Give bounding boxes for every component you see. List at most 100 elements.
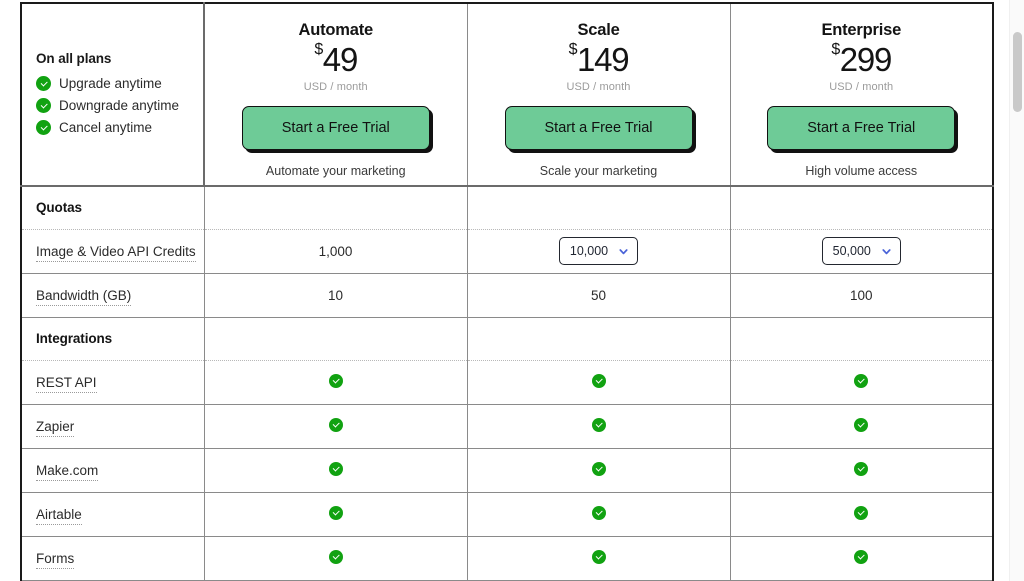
feature-value-cell: [467, 536, 731, 581]
feature-value-cell: 10,000: [467, 229, 731, 274]
all-plans-cell: On all plans Upgrade anytime Downgrade a…: [21, 3, 205, 187]
feature-label-cell: Forms: [21, 536, 205, 581]
feature-label: Forms: [22, 550, 204, 569]
feature-label-text: Make.com: [36, 462, 99, 481]
price-amount: 149: [576, 41, 630, 78]
scrollbar-thumb[interactable]: [1013, 32, 1022, 112]
page-scrollbar[interactable]: [1009, 0, 1024, 581]
currency-symbol: $: [568, 41, 578, 58]
check-circle-icon: [328, 417, 343, 432]
check-circle-icon: [854, 549, 869, 564]
section-spacer-cell: [467, 316, 731, 361]
all-plans-item: Upgrade anytime: [36, 73, 203, 95]
section-title: Quotas: [36, 200, 82, 216]
select-value: 50,000: [832, 244, 871, 258]
start-free-trial-button[interactable]: Start a Free Trial: [767, 106, 956, 150]
plan-name: Scale: [577, 21, 620, 39]
feature-value-cell: [204, 360, 468, 405]
plan-block: Automate $49 USD / month Start a Free Tr…: [205, 4, 467, 185]
feature-value-cell: [730, 536, 993, 581]
all-plans-item: Cancel anytime: [36, 117, 203, 139]
feature-label-text: Forms: [36, 550, 75, 569]
feature-label: REST API: [22, 374, 204, 393]
section-title: Integrations: [36, 331, 113, 346]
price-amount: 299: [839, 41, 893, 78]
cta-wrap: Start a Free Trial: [484, 106, 714, 150]
select-value: 10,000: [569, 244, 609, 258]
plan-name: Enterprise: [821, 21, 902, 39]
feature-value-text: 100: [849, 287, 873, 303]
plan-name: Automate: [298, 21, 374, 39]
section-header-integrations: Integrations: [21, 316, 993, 361]
plan-price: $49: [221, 41, 451, 77]
plan-block: Scale $149 USD / month Start a Free Tria…: [468, 4, 730, 185]
plan-tagline: Automate your marketing: [265, 164, 406, 178]
feature-value-text: 1,000: [318, 243, 353, 259]
all-plans-item-label: Cancel anytime: [59, 119, 153, 135]
feature-value-text: 50: [590, 287, 607, 303]
check-circle-icon: [854, 461, 869, 476]
all-plans-item-label: Upgrade anytime: [59, 75, 162, 91]
feature-label-text: Image & Video API Credits: [36, 243, 196, 262]
feature-label-cell: Bandwidth (GB): [21, 273, 205, 318]
check-circle-icon: [854, 373, 869, 388]
feature-value-cell: 100: [730, 273, 993, 318]
feature-value-cell: 1,000: [204, 229, 468, 274]
feature-label-text: Bandwidth (GB): [36, 287, 132, 306]
feature-label-cell: Zapier: [21, 404, 205, 449]
feature-label: Make.com: [22, 462, 204, 481]
section-spacer-cell: [730, 185, 993, 230]
pricing-comparison-table: On all plans Upgrade anytime Downgrade a…: [20, 2, 994, 581]
section-spacer-cell: [204, 185, 468, 230]
plan-price: $149: [484, 41, 714, 78]
feature-label: Bandwidth (GB): [22, 287, 204, 306]
feature-value-cell: [467, 492, 731, 537]
feature-value-cell: [467, 360, 731, 405]
feature-value-cell: [204, 448, 468, 493]
all-plans-block: On all plans Upgrade anytime Downgrade a…: [22, 51, 203, 139]
table-row: Forms: [21, 536, 993, 581]
plan-price: $299: [747, 41, 977, 78]
table-row: Make.com: [21, 448, 993, 493]
credits-select-enterprise[interactable]: 50,000: [821, 237, 901, 265]
start-free-trial-button[interactable]: Start a Free Trial: [504, 106, 693, 150]
section-spacer-cell: [730, 316, 993, 361]
pricing-table-body: On all plans Upgrade anytime Downgrade a…: [21, 3, 993, 581]
feature-value-cell: [467, 404, 731, 449]
chevron-down-icon: [619, 248, 628, 254]
feature-label: Zapier: [22, 418, 204, 437]
check-circle-icon: [854, 417, 869, 432]
plan-header-automate: Automate $49 USD / month Start a Free Tr…: [204, 3, 468, 187]
check-circle-icon: [591, 549, 606, 564]
feature-value-cell: 50: [467, 273, 731, 318]
feature-label-text: Zapier: [36, 418, 75, 437]
table-row: Airtable: [21, 492, 993, 537]
feature-label-text: Airtable: [36, 506, 82, 525]
feature-value-cell: [467, 448, 731, 493]
all-plans-item: Downgrade anytime: [36, 95, 203, 117]
credits-select-scale[interactable]: 10,000: [558, 237, 639, 265]
check-circle-icon: [36, 98, 51, 113]
all-plans-title: On all plans: [36, 50, 112, 66]
feature-value-cell: [730, 360, 993, 405]
table-row: Bandwidth (GB) 10 50 100: [21, 273, 993, 318]
cta-wrap: Start a Free Trial: [221, 106, 451, 150]
check-circle-icon: [591, 505, 606, 520]
chevron-down-icon: [882, 248, 891, 254]
pricing-header-row: On all plans Upgrade anytime Downgrade a…: [21, 3, 993, 187]
currency-symbol: $: [314, 41, 323, 58]
section-header-quotas: Quotas: [21, 185, 993, 230]
currency-symbol: $: [831, 41, 840, 58]
feature-label-cell: Airtable: [21, 492, 205, 537]
section-title-cell: Quotas: [21, 185, 205, 230]
cta-wrap: Start a Free Trial: [747, 106, 977, 150]
table-row: Image & Video API Credits 1,000 10,000 5…: [21, 229, 993, 274]
table-row: Zapier: [21, 404, 993, 449]
check-circle-icon: [328, 549, 343, 564]
feature-value-cell: 50,000: [730, 229, 993, 274]
feature-value-text: 10: [327, 287, 344, 303]
plan-period: USD / month: [566, 81, 631, 93]
feature-label-cell: Make.com: [21, 448, 205, 493]
start-free-trial-button[interactable]: Start a Free Trial: [241, 106, 430, 150]
check-circle-icon: [328, 461, 343, 476]
